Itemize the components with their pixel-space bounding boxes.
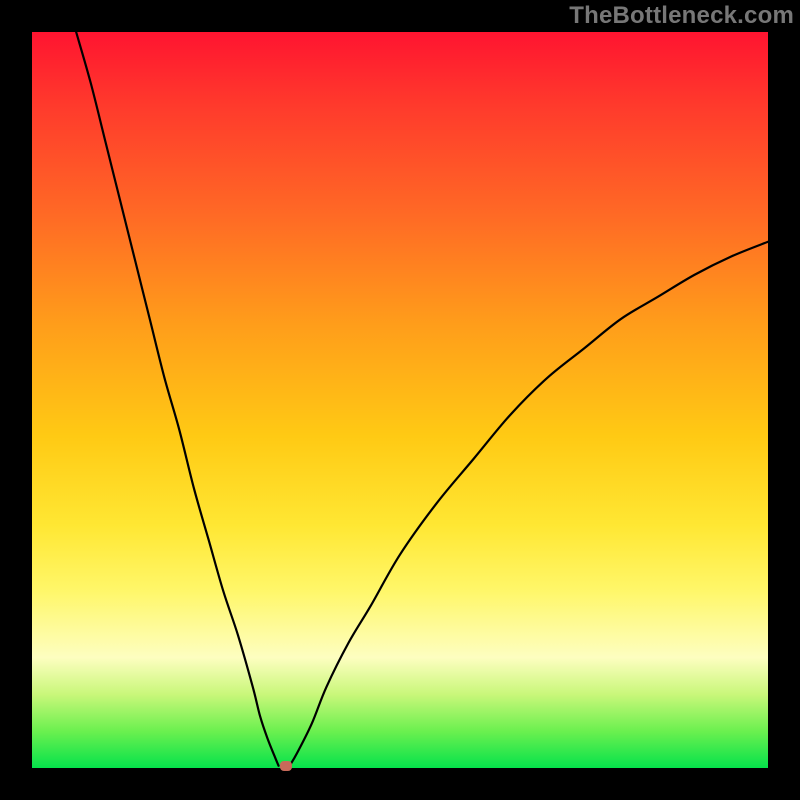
chart-curve-layer bbox=[32, 32, 768, 768]
minimum-marker bbox=[280, 761, 292, 771]
curve-left-branch bbox=[76, 32, 278, 766]
chart-frame bbox=[32, 32, 768, 768]
curve-right-branch bbox=[290, 242, 768, 766]
watermark-text: TheBottleneck.com bbox=[569, 2, 794, 30]
